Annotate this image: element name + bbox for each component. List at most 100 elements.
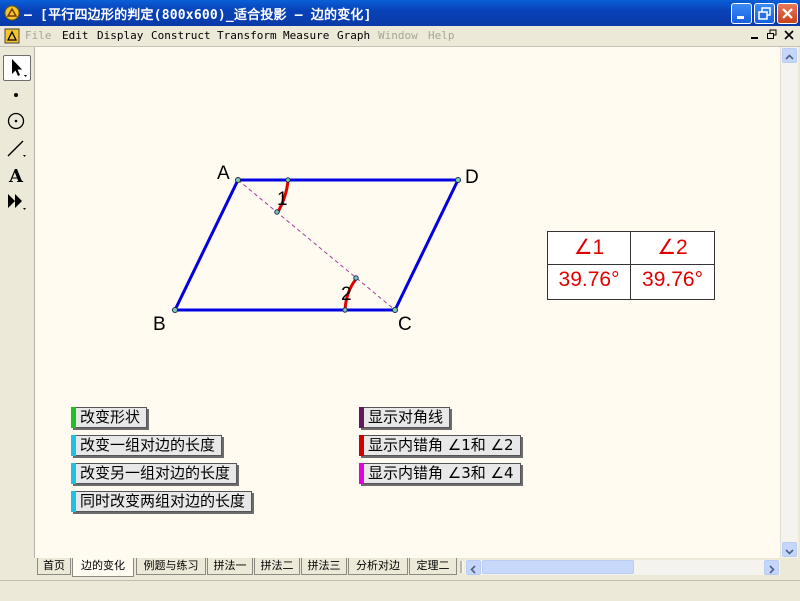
vertex-c[interactable]: [392, 307, 398, 313]
button-label: 改变另一组对边的长度: [80, 464, 231, 482]
label-c: C: [398, 314, 412, 335]
custom-tool-icon: [8, 194, 26, 210]
button-label: 显示内错角 ∠3和 ∠4: [368, 464, 514, 482]
scroll-down-button[interactable]: [782, 542, 797, 557]
close-icon: [784, 30, 794, 40]
doc-restore-button[interactable]: [765, 29, 779, 43]
angle-2-value: 39.76°: [642, 268, 703, 291]
arc-point[interactable]: [274, 209, 280, 215]
menu-construct[interactable]: Construct: [151, 29, 211, 42]
angle-2-header: ∠2: [657, 236, 688, 259]
custom-tool[interactable]: [3, 189, 31, 215]
restore-icon: [758, 7, 771, 20]
text-tool-icon: A: [8, 166, 24, 187]
window-title: – [平行四边形的判定(800x600)_适合投影 – 边的变化]: [24, 8, 372, 23]
menu-edit[interactable]: Edit: [62, 29, 89, 42]
title-bar: – [平行四边形的判定(800x600)_适合投影 – 边的变化]: [0, 0, 800, 26]
tab-theorem-2[interactable]: 定理二: [409, 558, 457, 575]
chevron-right-icon: [769, 565, 775, 574]
toolbox: A: [0, 47, 35, 558]
tab-home[interactable]: 首页: [37, 558, 71, 575]
show-diagonal-button[interactable]: 显示对角线: [359, 407, 451, 428]
arc-point[interactable]: [342, 307, 348, 313]
restore-icon: [767, 29, 777, 39]
app-icon: [4, 5, 20, 21]
angle-1-header: ∠1: [573, 236, 605, 259]
sketch-canvas[interactable]: A D B C 1 2 ∠1 ∠2 39.76° 39.76° 改变形状 改变一…: [35, 47, 780, 558]
minimize-icon: [751, 37, 758, 39]
label-d: D: [465, 167, 479, 188]
close-button[interactable]: [777, 3, 798, 24]
menu-bar: File Edit Display Construct Transform Me…: [0, 26, 800, 47]
vertical-scrollbar[interactable]: [780, 47, 798, 558]
restore-button[interactable]: [754, 3, 775, 24]
chevron-down-icon: [785, 549, 794, 555]
compass-tool[interactable]: [3, 109, 31, 135]
scroll-thumb[interactable]: [482, 560, 634, 574]
tab-examples[interactable]: 例题与练习: [136, 558, 206, 575]
point-tool[interactable]: [3, 83, 31, 109]
menu-help[interactable]: Help: [428, 29, 455, 42]
menu-measure[interactable]: Measure: [283, 29, 329, 42]
vertex-b[interactable]: [172, 307, 178, 313]
document-icon[interactable]: [4, 28, 20, 44]
doc-close-button[interactable]: [782, 29, 796, 43]
change-both-pairs-length-button[interactable]: 同时改变两组对边的长度: [71, 491, 253, 512]
button-label: 改变一组对边的长度: [80, 436, 216, 454]
doc-minimize-button[interactable]: [748, 29, 762, 43]
scroll-up-button[interactable]: [782, 48, 797, 63]
text-tool[interactable]: A: [3, 163, 31, 189]
menu-transform[interactable]: Transform: [217, 29, 277, 42]
point-tool-icon: [14, 93, 18, 97]
scroll-left-button[interactable]: [466, 560, 481, 575]
minimize-button[interactable]: [731, 3, 752, 24]
arc-point[interactable]: [285, 177, 291, 183]
tab-method-2[interactable]: 拼法二: [254, 558, 300, 575]
chevron-up-icon: [785, 54, 794, 60]
straightedge-tool[interactable]: [3, 136, 31, 162]
table-divider: [548, 264, 714, 265]
label-a: A: [217, 163, 230, 184]
tab-side-change[interactable]: 边的变化: [72, 558, 134, 577]
change-other-pair-length-button[interactable]: 改变另一组对边的长度: [71, 463, 238, 484]
tab-analyze-sides[interactable]: 分析对边: [348, 558, 408, 575]
button-label: 显示内错角 ∠1和 ∠2: [368, 436, 514, 454]
arrow-select-tool[interactable]: [3, 55, 31, 81]
arc-point[interactable]: [353, 275, 359, 281]
button-marker: [71, 407, 76, 428]
close-icon: [782, 8, 793, 19]
menu-file[interactable]: File: [25, 29, 52, 42]
angle-1-label: 1: [277, 189, 288, 210]
diagonal-ac[interactable]: [237, 179, 396, 311]
svg-text:A: A: [8, 166, 24, 187]
button-marker: [359, 463, 364, 484]
button-label: 改变形状: [80, 408, 141, 426]
tab-method-1[interactable]: 拼法一: [207, 558, 253, 575]
button-marker: [71, 491, 76, 512]
change-one-pair-length-button[interactable]: 改变一组对边的长度: [71, 435, 223, 456]
vertex-a[interactable]: [235, 177, 241, 183]
angle-1-value: 39.76°: [558, 268, 620, 291]
menu-window[interactable]: Window: [378, 29, 418, 42]
scroll-right-button[interactable]: [764, 560, 779, 575]
vertex-d[interactable]: [455, 177, 461, 183]
arrow-select-icon: [12, 59, 27, 77]
horizontal-scrollbar[interactable]: [465, 560, 780, 575]
minimize-icon: [737, 16, 744, 19]
straightedge-tool-icon: [7, 140, 26, 157]
button-label: 显示对角线: [368, 408, 444, 426]
menu-graph[interactable]: Graph: [337, 29, 370, 42]
button-label: 同时改变两组对边的长度: [80, 492, 246, 510]
tab-method-3[interactable]: 拼法三: [301, 558, 347, 575]
angle-measure-table[interactable]: ∠1 ∠2 39.76° 39.76°: [547, 231, 715, 300]
label-b: B: [153, 314, 166, 335]
angle-2-label: 2: [341, 284, 352, 305]
show-angles-3-4-button[interactable]: 显示内错角 ∠3和 ∠4: [359, 463, 521, 484]
menu-display[interactable]: Display: [97, 29, 143, 42]
status-bar: [0, 580, 800, 601]
chevron-left-icon: [470, 565, 476, 574]
compass-tool-icon: [7, 112, 25, 130]
change-shape-button[interactable]: 改变形状: [71, 407, 148, 428]
button-marker: [359, 407, 364, 428]
show-angles-1-2-button[interactable]: 显示内错角 ∠1和 ∠2: [359, 435, 521, 456]
